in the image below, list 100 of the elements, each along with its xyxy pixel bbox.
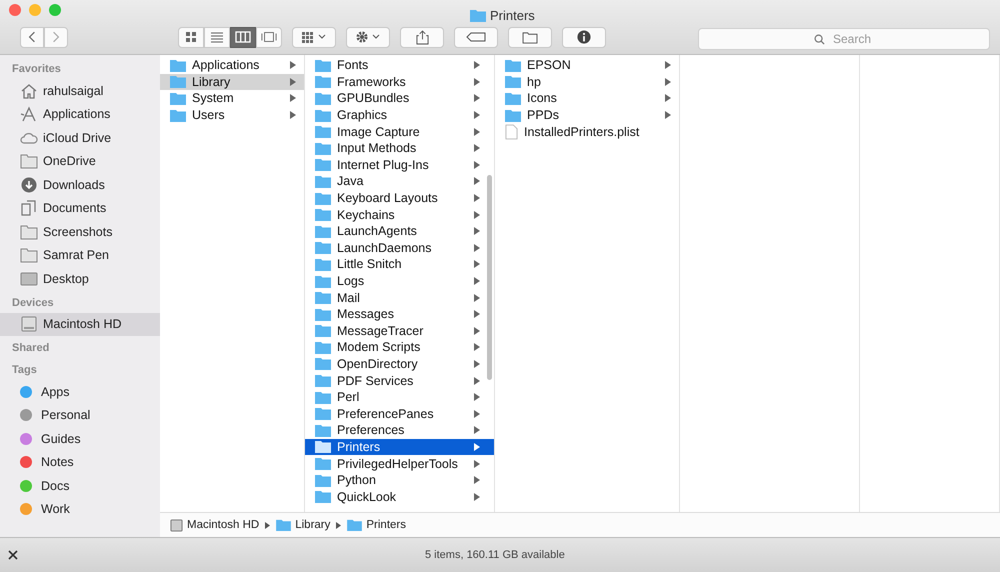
file-row[interactable]: Applications: [160, 57, 304, 74]
file-row[interactable]: EPSON: [495, 57, 679, 74]
sidebar-heading: Devices: [11, 296, 55, 310]
file-row[interactable]: OpenDirectory: [305, 356, 494, 372]
tag-button[interactable]: [454, 26, 498, 48]
file-row[interactable]: Messages: [305, 306, 494, 322]
settings-button[interactable]: [346, 26, 390, 48]
sidebar-item[interactable]: iCloud Drive: [0, 126, 160, 150]
folder-icon: [315, 58, 331, 72]
close-button[interactable]: [9, 4, 21, 16]
tag-dot-icon: [20, 456, 32, 468]
sidebar-item[interactable]: Desktop: [0, 267, 160, 290]
sidebar-item[interactable]: Applications: [0, 102, 160, 126]
file-row[interactable]: LaunchDaemons: [305, 240, 494, 256]
folder-icon: [505, 92, 521, 105]
sidebar-item[interactable]: Personal: [0, 404, 160, 427]
folder-icon: [505, 58, 521, 72]
path-item[interactable]: Library: [276, 519, 330, 531]
file-row[interactable]: Graphics: [305, 106, 494, 124]
sidebar-item[interactable]: OneDrive: [0, 150, 160, 173]
list-view-button[interactable]: [204, 26, 230, 48]
file-row[interactable]: Input Methods: [305, 140, 494, 157]
file-row[interactable]: Icons: [495, 90, 679, 107]
folder-icon: [347, 519, 362, 531]
sidebar-item[interactable]: Guides: [0, 427, 160, 450]
back-icon: [28, 31, 36, 43]
file-row[interactable]: Frameworks: [305, 74, 494, 90]
new-folder-button[interactable]: [508, 26, 552, 48]
gear-icon: [355, 30, 381, 44]
arrange-button[interactable]: [292, 26, 336, 48]
forward-icon: [52, 31, 60, 43]
file-row[interactable]: Modem Scripts: [305, 339, 494, 356]
folder-icon: [315, 224, 331, 238]
scrollbar-thumb[interactable]: [487, 175, 492, 380]
file-row[interactable]: Image Capture: [305, 123, 494, 140]
file-row[interactable]: LaunchAgents: [305, 222, 494, 240]
file-row[interactable]: Users: [160, 106, 304, 124]
file-row[interactable]: Printers: [305, 438, 494, 456]
info-icon: [577, 30, 591, 44]
file-row[interactable]: PreferencePanes: [305, 405, 494, 422]
file-row[interactable]: Keyboard Layouts: [305, 190, 494, 206]
icons-view-button[interactable]: [178, 26, 204, 48]
file-row[interactable]: hp: [495, 74, 679, 90]
sidebar-item[interactable]: Apps: [0, 380, 160, 404]
info-button[interactable]: [562, 26, 606, 48]
file-row[interactable]: Python: [305, 472, 494, 488]
sidebar-item[interactable]: Notes: [0, 450, 160, 474]
folder-icon: [315, 241, 331, 254]
sidebar-item[interactable]: Samrat Pen: [0, 244, 160, 267]
file-row[interactable]: Java: [305, 173, 494, 190]
columns-view-button[interactable]: [230, 26, 256, 48]
folder-icon: [315, 390, 331, 404]
file-row[interactable]: Fonts: [305, 57, 494, 74]
share-button[interactable]: [400, 26, 444, 48]
file-row[interactable]: Perl: [305, 388, 494, 406]
sidebar-item[interactable]: Screenshots: [0, 220, 160, 244]
sidebar-heading: Favorites: [11, 62, 62, 77]
list-icon: [210, 31, 224, 43]
file-row[interactable]: InstalledPrinters.plist: [495, 123, 679, 140]
path-item[interactable]: Printers: [347, 519, 406, 531]
document-icon: [505, 124, 518, 140]
file-row[interactable]: Little Snitch: [305, 256, 494, 273]
folder-icon: [315, 374, 331, 388]
file-row[interactable]: GPUBundles: [305, 90, 494, 107]
sidebar-item[interactable]: Macintosh HD: [0, 312, 160, 336]
file-row[interactable]: Internet Plug-Ins: [305, 156, 494, 174]
home-icon: [20, 82, 38, 99]
folder-icon: [20, 153, 38, 170]
folder-icon: [315, 258, 331, 271]
sidebar-item[interactable]: rahulsaigal: [0, 79, 160, 102]
file-row[interactable]: Preferences: [305, 422, 494, 439]
gallery-view-button[interactable]: [256, 26, 282, 48]
file-row[interactable]: Keychains: [305, 206, 494, 223]
path-item[interactable]: Macintosh HD: [170, 518, 260, 532]
file-row[interactable]: System: [160, 90, 304, 107]
file-row[interactable]: Library: [160, 74, 304, 90]
sidebar-item[interactable]: Docs: [0, 474, 160, 498]
path-separator-icon: [336, 522, 342, 528]
file-row[interactable]: QuickLook: [305, 488, 494, 506]
tag-dot-icon: [20, 409, 32, 422]
close-icon[interactable]: [8, 550, 18, 560]
grid-icon: [184, 31, 198, 43]
file-row[interactable]: PPDs: [495, 106, 679, 124]
sidebar-item[interactable]: Documents: [0, 196, 160, 220]
folder-icon: [315, 324, 331, 338]
file-row[interactable]: MessageTracer: [305, 322, 494, 340]
file-row[interactable]: PDF Services: [305, 372, 494, 389]
folder-icon: [315, 340, 331, 354]
sidebar-item[interactable]: Downloads: [0, 173, 160, 196]
download-icon: [20, 176, 38, 193]
back-button[interactable]: [20, 26, 44, 48]
file-row[interactable]: Mail: [305, 289, 494, 306]
folder-icon: [315, 407, 331, 420]
file-row[interactable]: Logs: [305, 272, 494, 290]
sidebar-item[interactable]: Work: [0, 498, 160, 521]
tag-icon: [466, 32, 486, 42]
folder-icon: [315, 208, 331, 222]
search-field[interactable]: Search: [698, 28, 990, 50]
folder-icon: [315, 142, 331, 155]
file-row[interactable]: PrivilegedHelperTools: [305, 455, 494, 472]
